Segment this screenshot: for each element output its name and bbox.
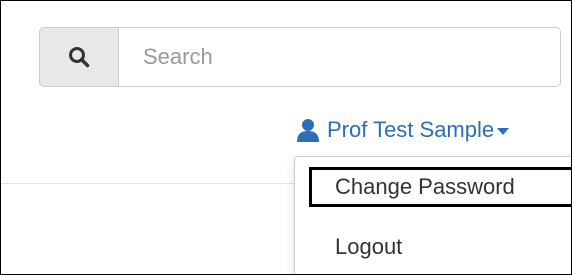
search-icon [69,47,90,68]
user-menu-toggle[interactable]: Prof Test Sample [295,113,510,147]
caret-down-icon [497,128,510,135]
menu-item-label: Change Password [335,174,515,199]
search-input[interactable] [119,27,561,87]
search-group [39,27,561,87]
menu-item-label: Logout [335,234,403,259]
menu-item-change-password[interactable]: Change Password [309,167,571,207]
user-dropdown-menu: Change Password Logout [294,156,571,274]
menu-item-logout[interactable]: Logout [309,227,571,267]
page-frame: Prof Test Sample Change Password Logout [0,0,572,275]
divider [1,183,297,184]
user-icon [297,119,319,142]
search-button[interactable] [39,27,119,87]
user-name: Prof Test Sample [327,117,495,142]
